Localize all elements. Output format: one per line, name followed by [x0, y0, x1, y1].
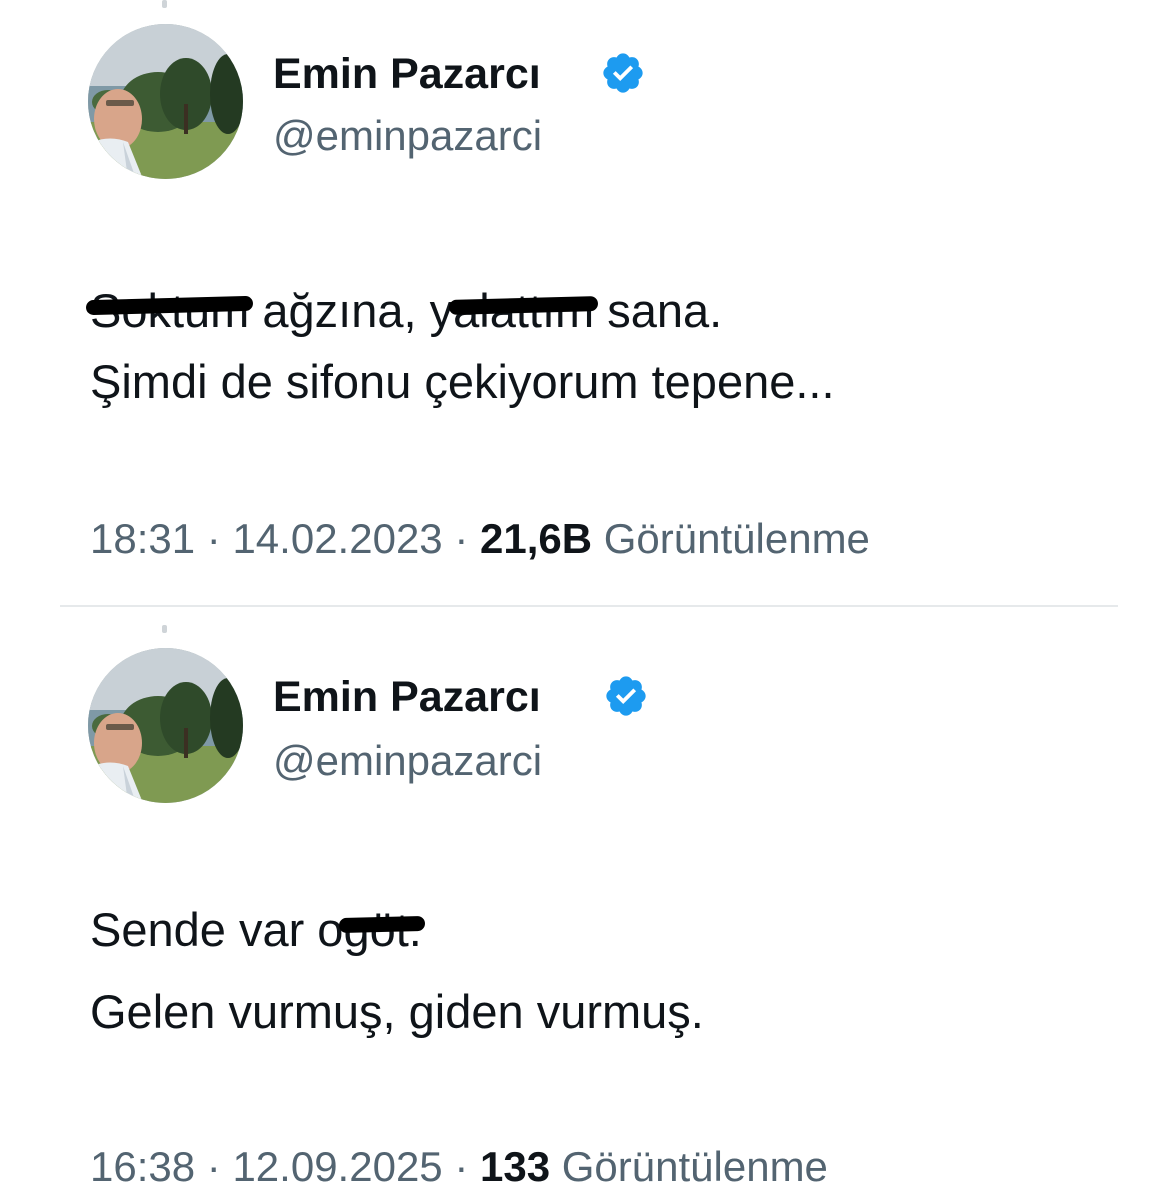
tweet-text-line-1: Soktum ağzına, yalattım sana.: [90, 276, 722, 345]
tweet-meta: 18:31 · 14.02.2023 · 21,6B Görüntülenme: [90, 515, 870, 563]
tweet-card[interactable]: Emin Pazarcı @eminpazarci Sende var ogöt…: [0, 625, 1159, 1200]
view-count: 133: [480, 1143, 551, 1190]
verified-badge-icon: [603, 673, 649, 719]
divider: [60, 605, 1118, 607]
avatar[interactable]: [88, 648, 243, 803]
redaction-mark: Soktum: [90, 276, 249, 345]
view-count: 21,6B: [480, 515, 593, 562]
separator: ·: [454, 515, 469, 562]
views-label: Görüntülenme: [561, 1143, 828, 1190]
views-label: Görüntülenme: [603, 515, 870, 562]
tweet-time[interactable]: 16:38: [90, 1143, 195, 1190]
separator: ·: [206, 515, 221, 562]
tweet-meta: 16:38 · 12.09.2025 · 133 Görüntülenme: [90, 1143, 828, 1191]
redaction-mark: alattım: [453, 276, 594, 345]
tweet-date[interactable]: 12.09.2025: [232, 1143, 442, 1190]
verified-badge-icon: [600, 50, 646, 96]
display-name[interactable]: Emin Pazarcı: [273, 50, 541, 99]
user-handle[interactable]: @eminpazarci: [273, 737, 542, 785]
redaction-mark: göt.: [343, 895, 421, 964]
separator: ·: [454, 1143, 469, 1190]
tweet-card[interactable]: Emin Pazarcı @eminpazarci Soktum ağzına,…: [0, 0, 1159, 600]
tweet-date[interactable]: 14.02.2023: [232, 515, 442, 562]
tweet-text-line-2: Şimdi de sifonu çekiyorum tepene...: [90, 355, 835, 408]
user-handle[interactable]: @eminpazarci: [273, 112, 542, 160]
tweet-text-line-2: Gelen vurmuş, giden vurmuş.: [90, 985, 704, 1038]
tweet-text-line-1: Sende var ogöt.: [90, 895, 422, 964]
tweet-time[interactable]: 18:31: [90, 515, 195, 562]
separator: ·: [206, 1143, 221, 1190]
avatar[interactable]: [88, 24, 243, 179]
thread-connector: [162, 625, 167, 633]
thread-connector: [162, 0, 167, 8]
display-name[interactable]: Emin Pazarcı: [273, 673, 541, 722]
